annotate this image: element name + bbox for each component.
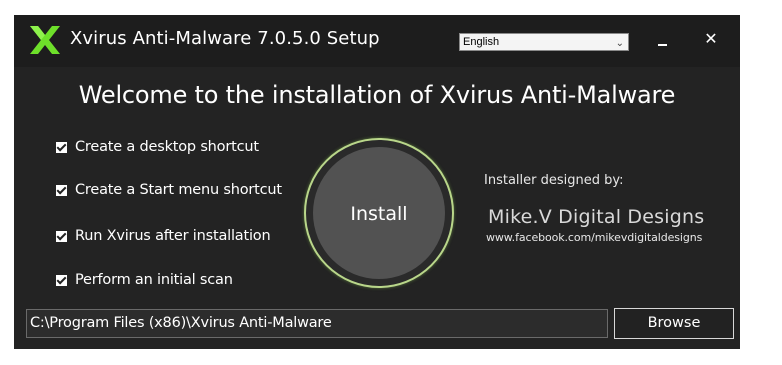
option-label: Perform an initial scan	[75, 272, 233, 288]
xvirus-x-logo-icon	[30, 26, 60, 54]
browse-button[interactable]: Browse	[614, 308, 734, 339]
window-title: Xvirus Anti-Malware 7.0.5.0 Setup	[70, 28, 380, 49]
designer-brand-logo: Mike.V Digital Designs	[488, 206, 705, 228]
checkbox[interactable]	[56, 275, 67, 286]
close-icon: ✕	[704, 29, 718, 48]
title-bar: Xvirus Anti-Malware 7.0.5.0 Setup Englis…	[14, 15, 740, 67]
option-label: Create a Start menu shortcut	[75, 182, 282, 198]
designed-by-label: Installer designed by:	[484, 173, 624, 188]
install-label[interactable]: Install	[304, 203, 454, 225]
welcome-heading: Welcome to the installation of Xvirus An…	[78, 81, 676, 109]
designer-url: www.facebook.com/mikevdigitaldesigns	[486, 231, 703, 244]
checkbox[interactable]	[56, 231, 67, 242]
option-label: Run Xvirus after installation	[75, 228, 271, 244]
chevron-down-icon: ⌄	[615, 38, 624, 49]
setup-window: Xvirus Anti-Malware 7.0.5.0 Setup Englis…	[14, 15, 740, 349]
language-selected: English	[463, 36, 500, 48]
minimize-button[interactable]	[652, 29, 674, 51]
close-button[interactable]: ✕	[700, 28, 722, 50]
language-select[interactable]: English ⌄	[459, 33, 629, 51]
option-label: Create a desktop shortcut	[75, 139, 259, 155]
checkbox[interactable]	[56, 142, 67, 153]
checkbox[interactable]	[56, 185, 67, 196]
install-path-input[interactable]: C:\Program Files (x86)\Xvirus Anti-Malwa…	[26, 309, 608, 338]
